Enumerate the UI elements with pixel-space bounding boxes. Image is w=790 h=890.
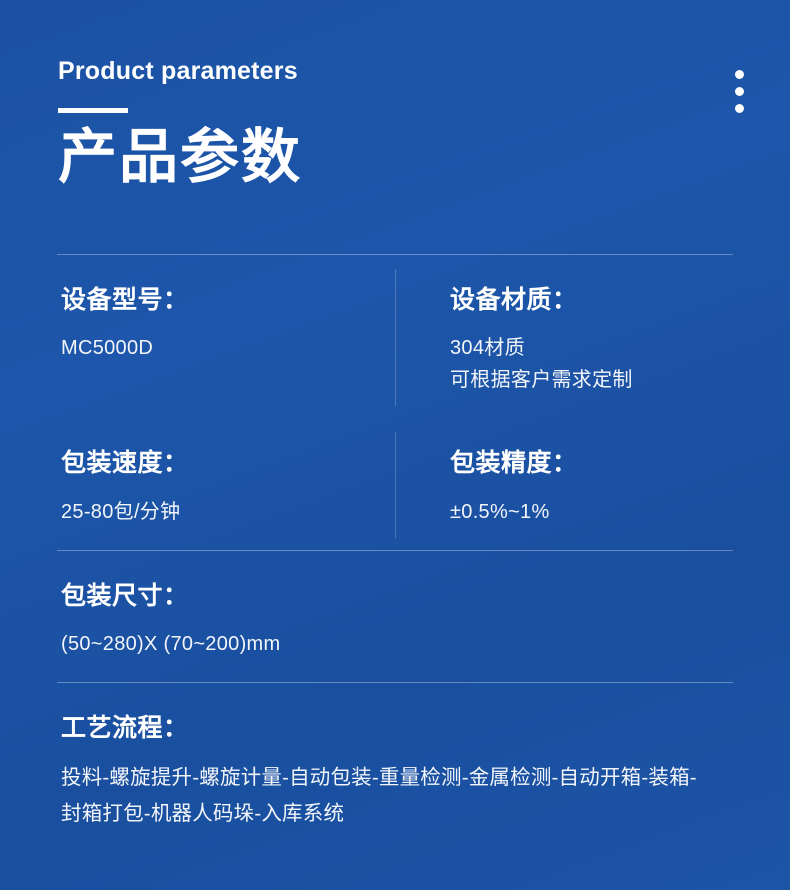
spec-row-2: 包装速度： 25-80包/分钟 包装精度： ±0.5%~1% bbox=[57, 418, 733, 549]
spec-value-line: (50~280)X (70~200)mm bbox=[61, 632, 281, 655]
spec-value-line: MC5000D bbox=[61, 337, 154, 360]
spec-item-size: 包装尺寸： (50~280)X (70~200)mm bbox=[57, 551, 733, 682]
spec-value: MC5000D bbox=[61, 332, 377, 364]
header-eyebrow-en: Product parameters bbox=[58, 57, 298, 85]
spec-label: 设备材质： bbox=[450, 286, 578, 314]
spec-item-accuracy: 包装精度： ±0.5%~1% bbox=[395, 418, 733, 549]
spec-row-1: 设备型号： MC5000D 设备材质： 304材质 可根据客户需求定制 bbox=[57, 255, 733, 418]
spec-value-line: 25-80包/分钟 bbox=[61, 500, 181, 523]
spec-list: 设备型号： MC5000D 设备材质： 304材质 可根据客户需求定制 包装速度… bbox=[57, 254, 733, 854]
spec-value: 25-80包/分钟 bbox=[61, 496, 377, 528]
more-vertical-icon[interactable] bbox=[735, 70, 744, 113]
spec-label: 包装精度： bbox=[450, 449, 578, 478]
page-title: 产品参数 bbox=[58, 123, 303, 190]
more-dot-3 bbox=[735, 104, 744, 113]
header-underline-rule bbox=[58, 107, 128, 113]
spec-column-separator bbox=[395, 432, 396, 538]
spec-label: 包装速度： bbox=[61, 449, 189, 478]
spec-value: 304材质 可根据客户需求定制 bbox=[450, 332, 715, 396]
spec-label: 设备型号： bbox=[61, 286, 189, 314]
process-flow-text: 投料-螺旋提升-螺旋计量-自动包装-重量检测-金属检测-自动开箱-装箱-封箱打包… bbox=[61, 766, 697, 825]
spec-value: (50~280)X (70~200)mm bbox=[61, 628, 715, 660]
spec-item-model: 设备型号： MC5000D bbox=[57, 255, 395, 418]
spec-value-line: 304材质 bbox=[450, 337, 525, 360]
page-header: Product parameters 产品参数 bbox=[58, 57, 658, 190]
spec-label: 工艺流程： bbox=[61, 713, 189, 742]
spec-row-4: 工艺流程： 投料-螺旋提升-螺旋计量-自动包装-重量检测-金属检测-自动开箱-装… bbox=[57, 683, 733, 854]
spec-value-line: ±0.5%~1% bbox=[450, 500, 550, 523]
product-parameters-page: Product parameters 产品参数 设备型号： MC5000D 设备… bbox=[0, 0, 790, 890]
spec-column-separator bbox=[395, 269, 396, 407]
spec-value: ±0.5%~1% bbox=[450, 496, 715, 528]
more-dot-1 bbox=[735, 70, 744, 79]
spec-item-process: 工艺流程： 投料-螺旋提升-螺旋计量-自动包装-重量检测-金属检测-自动开箱-装… bbox=[57, 683, 733, 854]
spec-item-material: 设备材质： 304材质 可根据客户需求定制 bbox=[395, 255, 733, 418]
more-dot-2 bbox=[735, 87, 744, 96]
spec-value-line: 可根据客户需求定制 bbox=[450, 369, 633, 392]
spec-row-3: 包装尺寸： (50~280)X (70~200)mm bbox=[57, 551, 733, 682]
spec-label: 包装尺寸： bbox=[61, 581, 189, 610]
spec-item-speed: 包装速度： 25-80包/分钟 bbox=[57, 418, 395, 549]
